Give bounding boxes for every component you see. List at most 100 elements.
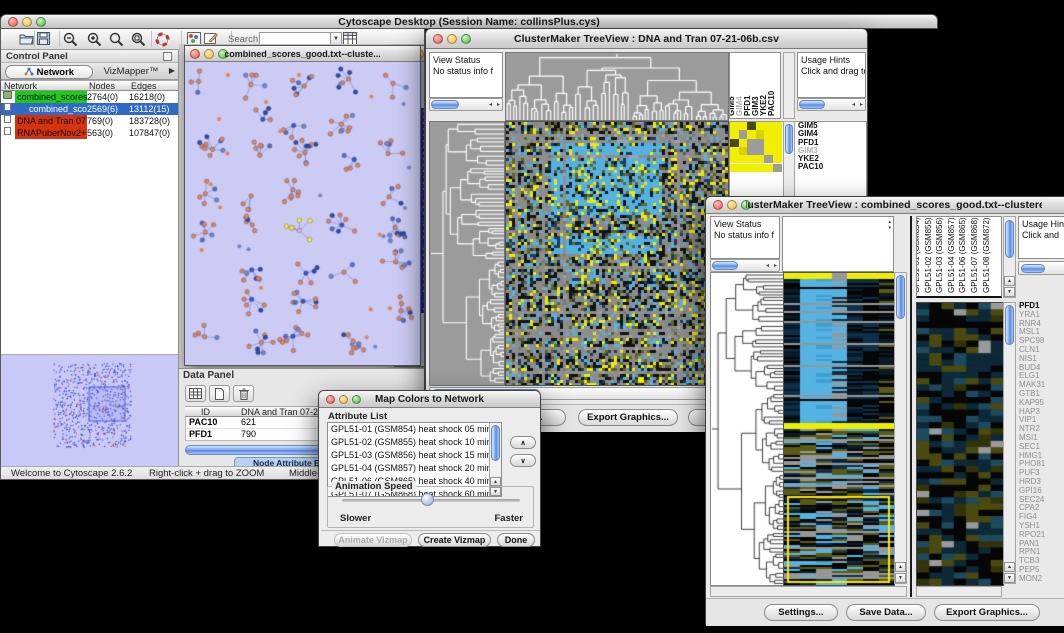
- experiment-column-label: GPL51-01 (GSM854): [916, 217, 921, 293]
- create-vizmap-button[interactable]: Create Vizmap: [418, 533, 491, 547]
- toolbar-zoom-fit-button[interactable]: [109, 32, 124, 47]
- network-list-row[interactable]: DNA and Tran 07769(0)183728(0): [1, 115, 178, 127]
- network-list-row[interactable]: combined_sco2569(6)13112(15): [1, 103, 178, 115]
- scroll-right-icon[interactable]: ▸: [774, 263, 777, 269]
- network-list-row[interactable]: combined_scores2764(0)16218(0): [1, 91, 178, 103]
- col-network[interactable]: Network: [4, 81, 37, 91]
- col-edges[interactable]: Edges: [131, 81, 157, 91]
- toolbar-open-folder-button[interactable]: [19, 32, 34, 45]
- scroll-down-icon[interactable]: ▼: [1004, 287, 1015, 297]
- tv1-similarity-matrix[interactable]: [730, 122, 782, 172]
- tv2-main-hscrollbar[interactable]: [710, 586, 907, 597]
- save-icon: [37, 32, 50, 45]
- minimize-button[interactable]: [339, 395, 348, 404]
- tv1-label-scrollbar[interactable]: [783, 52, 795, 119]
- col-id[interactable]: ID: [201, 407, 210, 417]
- view-status-text: No status info f: [433, 66, 493, 76]
- close-button[interactable]: [326, 395, 335, 404]
- tv2-zoom-heatmap[interactable]: [916, 302, 1004, 586]
- network-overview-canvas[interactable]: [1, 355, 178, 466]
- tab-network[interactable]: Network: [5, 65, 93, 79]
- close-button[interactable]: [433, 34, 443, 44]
- status-welcome: Welcome to Cytoscape 2.6.2: [11, 468, 132, 479]
- tv2-label-vscrollbar[interactable]: ▲ ▼: [1003, 216, 1016, 298]
- tv1-column-labels: GIM5GIM4PFD1GIM3YKE2PAC10: [729, 52, 781, 119]
- move-up-button[interactable]: ∧: [510, 436, 536, 449]
- attribute-list-item[interactable]: GPL51-02 (GSM855) heat shock 10 min: [328, 436, 489, 449]
- cell-id: PFD1: [189, 429, 212, 439]
- scroll-up-icon[interactable]: ▲: [1004, 276, 1015, 286]
- minimize-button[interactable]: [204, 49, 214, 59]
- attribute-list-item[interactable]: GPL51-04 (GSM857) heat shock 20 min: [328, 462, 489, 475]
- tv1-column-dendrogram[interactable]: [505, 52, 729, 121]
- close-button[interactable]: [8, 17, 18, 27]
- scroll-up-icon[interactable]: ▲: [490, 477, 501, 486]
- minimize-button[interactable]: [22, 17, 32, 27]
- tv2-hints-hscrollbar[interactable]: ◂ ▸: [1018, 261, 1064, 275]
- toolbar-separator: [151, 31, 152, 47]
- tv2-button-bar: Settings... Save Data... Export Graphics..…: [706, 598, 1064, 626]
- tab-vizmapper[interactable]: VizMapper™: [97, 65, 165, 79]
- delete-attribute-button[interactable]: [233, 385, 254, 402]
- matrix-cell: [730, 155, 739, 163]
- save-data-button[interactable]: Save Data...: [846, 604, 926, 621]
- tv1-heatmap[interactable]: [505, 121, 729, 386]
- settings-button[interactable]: Settings...: [764, 604, 838, 621]
- network-edges: 16218(0): [129, 91, 165, 103]
- close-button[interactable]: [190, 49, 200, 59]
- network-list-row[interactable]: RNAPuberNov2+563(0)107847(0): [1, 127, 178, 139]
- attribute-list-item[interactable]: GPL51-03 (GSM856) heat shock 15 min: [328, 449, 489, 462]
- tv2-main-vscrollbar[interactable]: ▲ ▼: [894, 272, 907, 584]
- attribute-list-item[interactable]: GPL51-01 (GSM854) heat shock 05 min: [328, 423, 489, 436]
- col-nodes[interactable]: Nodes: [89, 81, 115, 91]
- toolbar-help-button[interactable]: [155, 32, 170, 47]
- network-edges: 13112(15): [129, 103, 169, 115]
- toolbar-zoom-selected-button[interactable]: [131, 32, 146, 47]
- treeview2-titlebar[interactable]: ClusterMaker TreeView : combined_scores_…: [706, 197, 1064, 214]
- float-panel-icon[interactable]: [163, 52, 172, 61]
- scroll-left-icon[interactable]: ◂: [489, 102, 492, 108]
- new-attribute-button[interactable]: [209, 385, 230, 402]
- move-down-button[interactable]: ∨: [510, 454, 536, 467]
- label-scroll-arrows[interactable]: ▴▾: [888, 219, 891, 231]
- scroll-right-icon[interactable]: ▸: [497, 102, 500, 108]
- scroll-left-icon[interactable]: ◂: [766, 263, 769, 269]
- speed-slider-thumb[interactable]: [421, 493, 434, 506]
- tv2-row-dendrogram[interactable]: [710, 272, 784, 586]
- toolbar-save-button[interactable]: [37, 32, 50, 45]
- scroll-right-icon[interactable]: ▸: [860, 102, 863, 108]
- scroll-up-icon[interactable]: ▲: [895, 562, 906, 572]
- matrix-cell: [756, 155, 765, 163]
- tv1-hints-hscrollbar[interactable]: ◂ ▸: [797, 98, 866, 111]
- tv2-heatmap[interactable]: [783, 272, 895, 586]
- tv2-status-hscrollbar[interactable]: ◂ ▸: [710, 259, 780, 272]
- attribute-select-button[interactable]: [185, 385, 206, 402]
- export-graphics-button[interactable]: Export Graphics...: [578, 409, 678, 426]
- close-button[interactable]: [713, 200, 723, 210]
- tv2-column-tree-area: ▴▾: [782, 216, 894, 272]
- matrix-cell: [739, 147, 748, 155]
- control-panel-title: Control Panel: [6, 51, 68, 62]
- toolbar-zoom-out-button[interactable]: [63, 32, 78, 47]
- treeview1-titlebar[interactable]: ClusterMaker TreeView : DNA and Tran 07-…: [426, 29, 867, 49]
- minimize-button[interactable]: [727, 200, 737, 210]
- toolbar-zoom-in-button[interactable]: [87, 32, 102, 47]
- trash-icon: [239, 388, 249, 400]
- tv2-zoom-hscrollbar[interactable]: [916, 586, 1002, 597]
- export-graphics-button[interactable]: Export Graphics...: [934, 604, 1040, 621]
- scroll-left-icon[interactable]: ◂: [852, 102, 855, 108]
- tv1-status-hscrollbar[interactable]: ◂ ▸: [429, 98, 503, 111]
- main-window-titlebar[interactable]: Cytoscape Desktop (Session Name: collins…: [0, 14, 938, 29]
- tabs-more-arrow[interactable]: ▶: [169, 66, 175, 75]
- tv2-zoom-vscrollbar[interactable]: ▲ ▼: [1003, 302, 1016, 584]
- minimize-button[interactable]: [447, 34, 457, 44]
- network-canvas[interactable]: [185, 62, 420, 365]
- scroll-down-icon[interactable]: ▼: [895, 573, 906, 583]
- scroll-up-icon[interactable]: ▲: [1004, 562, 1015, 572]
- treeview2-window: ClusterMaker TreeView : combined_scores_…: [705, 196, 1064, 625]
- tv1-row-dendrogram[interactable]: [429, 121, 505, 386]
- list-vscroll-thumb[interactable]: [491, 425, 500, 461]
- done-button[interactable]: Done: [497, 533, 535, 547]
- scroll-down-icon[interactable]: ▼: [1004, 573, 1015, 583]
- dialog-titlebar[interactable]: Map Colors to Network: [319, 391, 540, 408]
